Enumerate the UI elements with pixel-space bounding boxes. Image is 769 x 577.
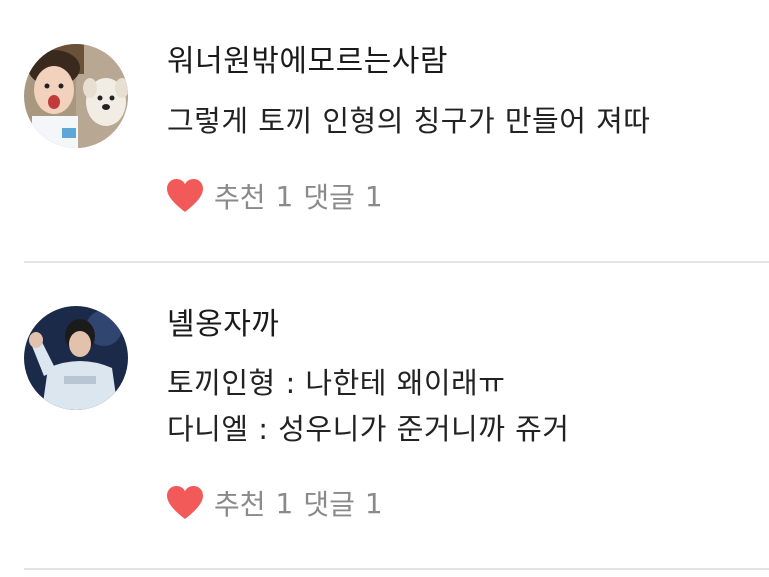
comment-item: 워너원밖에모르는사람 그렇게 토끼 인형의 칭구가 만들어 져따 추천 1 댓글… — [0, 0, 769, 263]
like-label[interactable]: 추천 — [214, 483, 266, 523]
comment-actions[interactable]: 추천 1 댓글 1 — [166, 483, 393, 523]
like-count: 1 — [275, 486, 294, 520]
reply-label[interactable]: 댓글 — [303, 176, 355, 216]
avatar[interactable] — [24, 306, 128, 410]
like-count: 1 — [275, 179, 294, 213]
reply-count: 1 — [364, 179, 383, 213]
comment-item: 녤옹자까 토끼인형 : 나한테 왜이래ㅠ 다니엘 : 성우니가 준거니까 쥬거 … — [0, 263, 769, 571]
like-label[interactable]: 추천 — [214, 176, 266, 216]
comment-text: 토끼인형 : 나한테 왜이래ㅠ 다니엘 : 성우니가 준거니까 쥬거 — [167, 360, 569, 452]
comment-line: 다니엘 : 성우니가 준거니까 쥬거 — [167, 412, 570, 446]
reply-count: 1 — [364, 486, 383, 520]
avatar-image — [24, 44, 128, 148]
avatar[interactable] — [24, 44, 128, 148]
comment-actions[interactable]: 추천 1 댓글 1 — [166, 176, 393, 216]
heart-icon[interactable] — [166, 178, 204, 214]
heart-icon[interactable] — [166, 485, 204, 521]
reply-label[interactable]: 댓글 — [303, 483, 355, 523]
avatar-image — [24, 306, 128, 410]
comment-text: 그렇게 토끼 인형의 칭구가 만들어 져따 — [167, 98, 650, 144]
comment-line: 그렇게 토끼 인형의 칭구가 만들어 져따 — [167, 104, 651, 138]
username[interactable]: 녤옹자까 — [167, 305, 279, 345]
comment-line: 토끼인형 : 나한테 왜이래ㅠ — [167, 366, 506, 400]
divider — [24, 568, 769, 570]
username[interactable]: 워너원밖에모르는사람 — [167, 42, 448, 82]
